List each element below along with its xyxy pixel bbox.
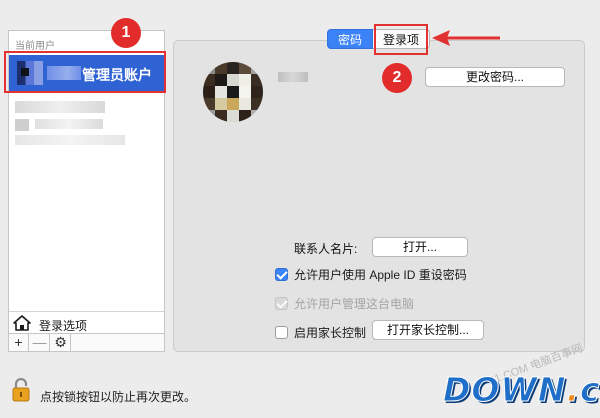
site-logo: DOWN.cc [442,370,600,410]
logo-dot: . [566,370,581,410]
apple-id-reset-checkbox[interactable] [275,268,288,281]
blurred-avatar [15,119,29,131]
add-user-button[interactable]: + [9,334,29,351]
admin-checkbox [275,297,288,310]
blurred-text [15,101,105,113]
remove-user-button[interactable]: — [30,334,50,351]
apple-id-reset-label: 允许用户使用 Apple ID 重设密码 [294,268,467,282]
open-parental-controls-button[interactable]: 打开家长控制... [372,320,484,340]
user-highlight-box [4,51,166,93]
logo-main: DOWN [442,370,567,410]
sidebar-heading: 当前用户 [15,41,55,52]
login-items-highlight-box [374,24,428,55]
gear-icon[interactable]: ⚙ [51,334,71,351]
open-contact-card-button[interactable]: 打开... [372,237,468,257]
admin-label: 允许用户管理这台电脑 [294,297,415,311]
change-password-button[interactable]: 更改密码... [425,67,565,87]
annotation-badge-1: 1 [111,18,141,48]
login-options-item[interactable]: 登录选项 [9,311,164,333]
blurred-full-name [278,72,308,82]
annotation-badge-2: 2 [382,63,412,93]
apple-id-reset-option[interactable]: 允许用户使用 Apple ID 重设密码 [275,266,467,283]
house-icon [13,315,31,331]
parental-controls-label: 启用家长控制 [294,326,367,340]
blurred-text [15,135,125,145]
parental-controls-option[interactable]: 启用家长控制 [275,324,366,341]
admin-option: 允许用户管理这台电脑 [275,295,414,312]
lock-hint-text: 点按锁按钮以防止再次更改。 [40,390,197,404]
lock-icon[interactable] [12,378,30,402]
tab-password[interactable]: 密码 [327,29,374,49]
login-options-label: 登录选项 [39,319,88,333]
parental-controls-checkbox[interactable] [275,326,288,339]
blurred-text [35,119,103,129]
sidebar-toolbar: + — ⚙ [9,333,164,351]
user-row-other[interactable] [9,95,164,153]
contact-card-label: 联系人名片: [294,242,358,256]
arrow-left-icon [432,30,500,46]
profile-picture[interactable] [203,62,263,122]
logo-tld: cc [580,370,600,410]
